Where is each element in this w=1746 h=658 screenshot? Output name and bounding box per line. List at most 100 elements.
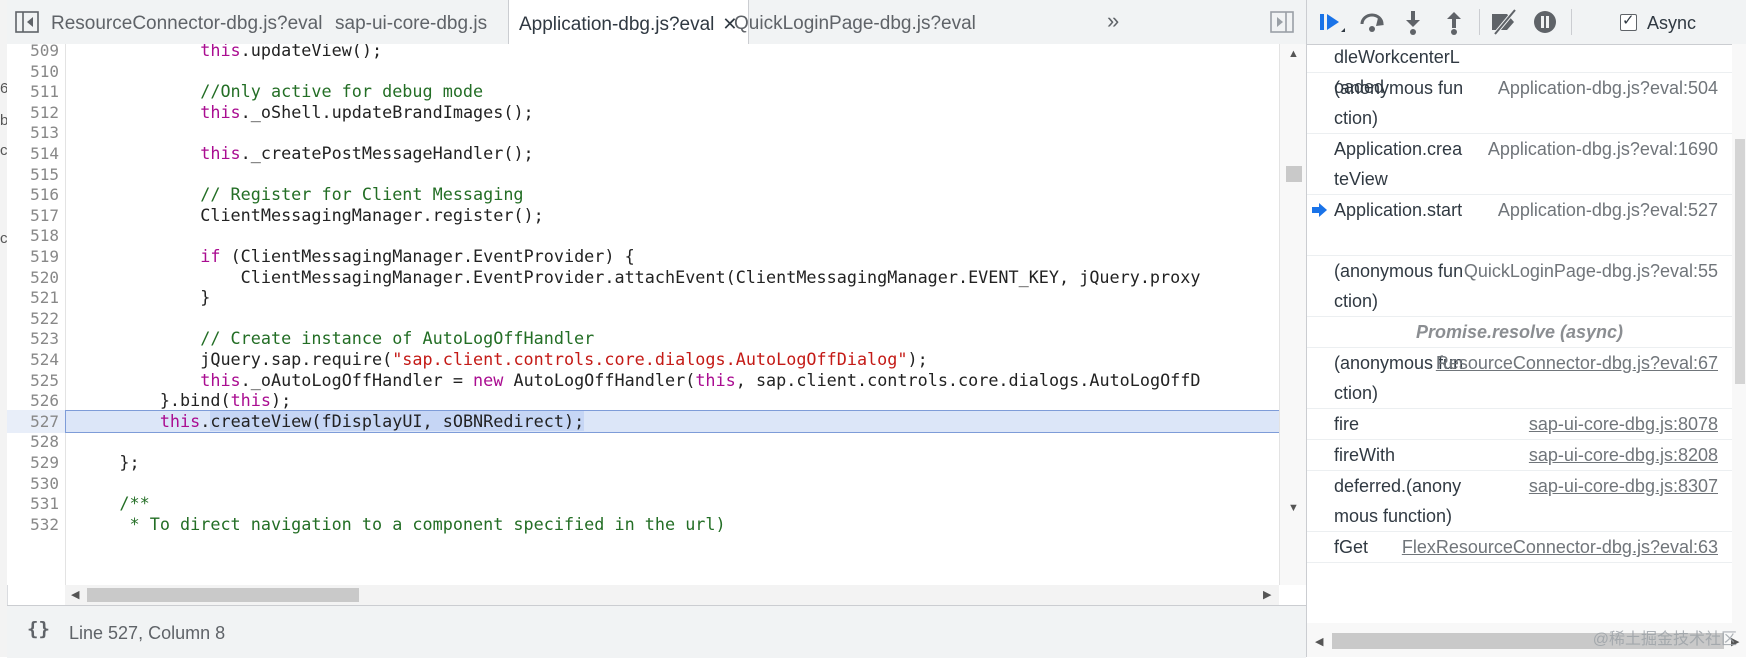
frame-function-name: deferred.(anonymous function) [1334,476,1462,526]
code-line[interactable]: 531 /** [7,492,1279,515]
line-number[interactable]: 516 [7,183,59,206]
code-line[interactable]: 516 // Register for Client Messaging [7,183,1279,206]
call-frame[interactable]: fireWith sap-ui-core-dbg.js:8208 [1307,440,1732,471]
code-text: this._oShell.updateBrandImages(); [200,101,534,122]
tab-quickloginpage[interactable]: QuickLoginPage-dbg.js?eval [724,0,986,44]
tab-application[interactable]: Application-dbg.js?eval ✕ [508,0,749,45]
step-out-icon[interactable] [1439,8,1469,36]
deactivate-breakpoints-icon[interactable] [1489,8,1519,36]
checkbox-checked-icon[interactable] [1620,11,1637,31]
frame-location-link[interactable]: sap-ui-core-dbg.js:8208 [1529,440,1718,470]
line-number[interactable]: 515 [7,163,59,186]
line-number[interactable]: 517 [7,204,59,227]
toggle-navigator-icon[interactable] [15,11,39,33]
call-frame[interactable]: fire sap-ui-core-dbg.js:8078 [1307,409,1732,440]
tab-label: ResourceConnector-dbg.js?eval [51,13,323,34]
editor-status-bar: {} Line 527, Column 8 [7,605,1306,658]
stack-vertical-scrollbar[interactable] [1732,44,1746,623]
code-line[interactable]: 517 ClientMessagingManager.register(); [7,204,1279,227]
line-number[interactable]: 526 [7,389,59,412]
code-line[interactable]: 525 this._oAutoLogOffHandler = new AutoL… [7,369,1279,392]
code-line[interactable]: 529 }; [7,451,1279,474]
code-line[interactable]: 526 }.bind(this); [7,389,1279,412]
line-number[interactable]: 531 [7,492,59,515]
code-text: if (ClientMessagingManager.EventProvider… [200,246,635,266]
call-frame[interactable]: Application.start Application-dbg.js?eval… [1307,195,1732,256]
call-frame[interactable]: (anonymous function) QuickLoginPage-dbg.j… [1307,256,1732,317]
pause-on-exceptions-icon[interactable] [1530,8,1560,36]
code-line[interactable]: 513 [7,121,1279,144]
line-number[interactable]: 532 [7,513,59,536]
line-number[interactable]: 528 [7,430,59,453]
async-checkbox[interactable]: Async [1620,11,1696,34]
line-number[interactable]: 529 [7,451,59,474]
line-number[interactable]: 518 [7,224,59,247]
code-line[interactable]: 532 * To direct navigation to a componen… [7,513,1279,536]
line-number[interactable]: 511 [7,80,59,103]
line-number[interactable]: 530 [7,472,59,495]
code-line[interactable]: 518 [7,224,1279,247]
more-tabs-button[interactable]: » [1107,8,1119,34]
line-number[interactable]: 519 [7,245,59,268]
code-line[interactable]: 522 [7,307,1279,330]
code-line[interactable]: 510 [7,60,1279,83]
code-line[interactable]: 521 } [7,286,1279,309]
code-vertical-scrollbar[interactable]: ▲ ▼ [1279,44,1307,585]
line-number[interactable]: 521 [7,286,59,309]
step-into-icon[interactable] [1398,8,1428,36]
code-horizontal-scrollbar[interactable]: ◀ ▶ [65,585,1279,605]
line-number[interactable]: 510 [7,60,59,83]
line-number[interactable]: 512 [7,101,59,124]
call-frame[interactable]: Application.createView Application-dbg.js… [1307,134,1732,195]
scroll-down-icon[interactable]: ▼ [1288,502,1299,514]
code-line-current[interactable]: 527 this.createView(fDisplayUI, sOBNRedi… [7,409,1279,433]
line-number[interactable]: 514 [7,142,59,165]
line-number[interactable]: 523 [7,327,59,350]
code-line[interactable]: 512 this._oShell.updateBrandImages(); [7,101,1279,124]
line-number[interactable]: 513 [7,121,59,144]
line-number[interactable]: 522 [7,307,59,330]
scroll-left-icon[interactable]: ◀ [1315,635,1323,648]
scroll-right-icon[interactable]: ▶ [1263,588,1271,601]
code-line[interactable]: 530 [7,472,1279,495]
tab-label: Application-dbg.js?eval [519,14,715,35]
call-frame[interactable]: deferred.(anonymous function) sap-ui-core… [1307,471,1732,532]
code-line[interactable]: 519 if (ClientMessagingManager.EventProv… [7,245,1279,268]
step-over-icon[interactable] [1357,8,1387,36]
call-frame[interactable]: fGet FlexResourceConnector-dbg.js?eval:63 [1307,532,1732,563]
frame-location-link[interactable]: Application-dbg.js?eval:1690 [1488,134,1718,164]
line-number[interactable]: 525 [7,369,59,392]
frame-location-link[interactable]: ResourceConnector-dbg.js?eval:67 [1436,348,1718,378]
code-line[interactable]: 515 [7,163,1279,186]
code-line[interactable]: 520 ClientMessagingManager.EventProvider… [7,266,1279,289]
call-frame[interactable]: dleWorkcenterLoaded [1307,44,1732,97]
frame-location-link[interactable]: Application-dbg.js?eval:504 [1498,73,1718,103]
call-frame[interactable]: (anonymous function) Application-dbg.js?e… [1307,73,1732,134]
frame-location-link[interactable]: sap-ui-core-dbg.js:8078 [1529,409,1718,439]
frame-location-link[interactable]: Application-dbg.js?eval:527 [1498,195,1718,225]
frame-location-link[interactable]: sap-ui-core-dbg.js:8307 [1529,471,1718,501]
code-line[interactable]: 511 //Only active for debug mode [7,80,1279,103]
code-line[interactable]: 528 [7,430,1279,453]
tab-resourceconnector[interactable]: ResourceConnector-dbg.js?eval [41,0,332,44]
frame-function-name: Application.createView [1334,139,1463,189]
scroll-thumb[interactable] [87,588,359,602]
code-view[interactable]: 509 this.updateView(); 510 511 //Only acti… [7,44,1279,585]
code-line[interactable]: 523 // Create instance of AutoLogOffHand… [7,327,1279,350]
scroll-thumb[interactable] [1286,166,1302,182]
pretty-print-button[interactable]: {} [27,618,50,640]
frame-location-link[interactable]: FlexResourceConnector-dbg.js?eval:63 [1402,532,1718,562]
tab-sap-ui-core[interactable]: sap-ui-core-dbg.js [325,0,497,44]
line-number[interactable]: 524 [7,348,59,371]
resume-icon[interactable] [1317,8,1347,36]
scroll-thumb[interactable] [1735,139,1745,384]
code-line[interactable]: 524 jQuery.sap.require("sap.client.contr… [7,348,1279,371]
frame-location-link[interactable]: QuickLoginPage-dbg.js?eval:55 [1464,256,1718,286]
toggle-debugger-icon[interactable] [1270,11,1294,33]
scroll-left-icon[interactable]: ◀ [71,588,79,601]
scroll-up-icon[interactable]: ▲ [1288,48,1299,60]
code-line[interactable]: 514 this._createPostMessageHandler(); [7,142,1279,165]
line-number[interactable]: 520 [7,266,59,289]
call-frame[interactable]: (anonymous function) ResourceConnector-db… [1307,348,1732,409]
line-number[interactable]: 527 [7,410,59,433]
